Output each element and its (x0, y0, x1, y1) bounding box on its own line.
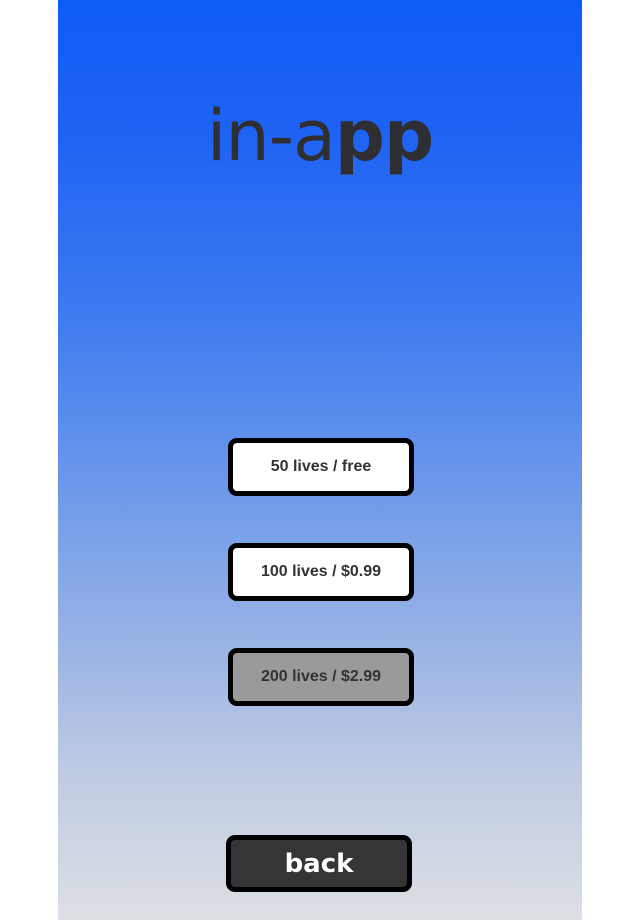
offer-label: 100 lives / $0.99 (260, 563, 382, 580)
title-light-part: in-a (206, 95, 336, 177)
page-title: in-app (58, 96, 582, 176)
title-bold-part: pp (334, 95, 434, 177)
offer-button-200-lives: 200 lives / $2.99 (228, 648, 414, 706)
offer-label: 50 lives / free (270, 458, 372, 475)
offer-label: 200 lives / $2.99 (260, 668, 382, 685)
offer-button-50-lives[interactable]: 50 lives / free (228, 438, 414, 496)
app-screen: in-app 50 lives / free 100 lives / $0.99… (58, 0, 582, 920)
back-button[interactable]: back (226, 835, 412, 892)
offer-button-100-lives[interactable]: 100 lives / $0.99 (228, 543, 414, 601)
back-label: back (284, 848, 354, 879)
